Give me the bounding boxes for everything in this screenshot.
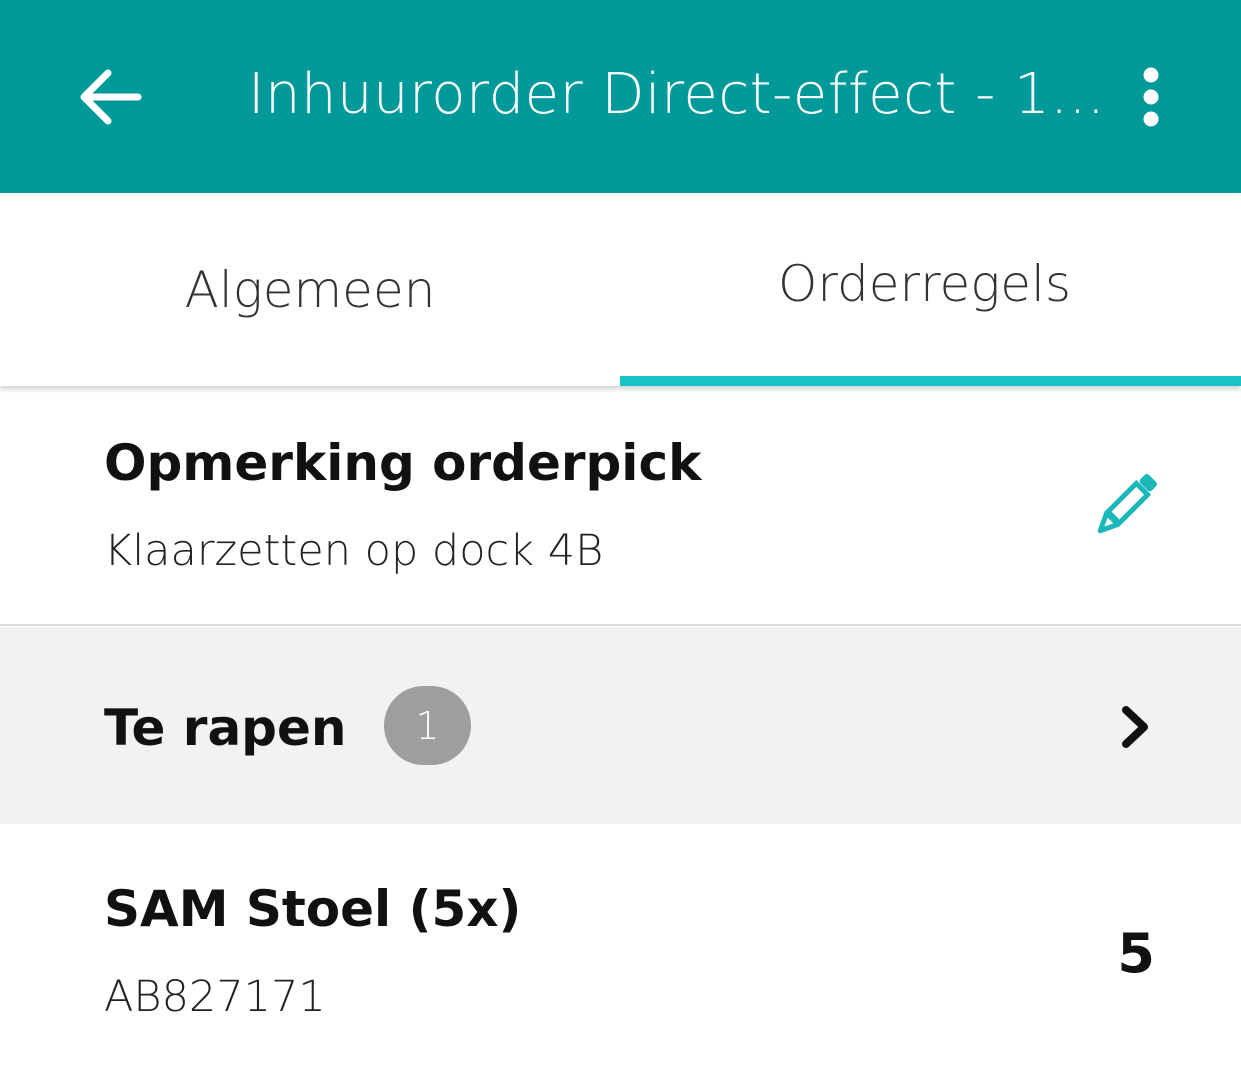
tab-label: Orderregels <box>777 254 1072 313</box>
tab-selected-indicator <box>620 376 1241 386</box>
item-quantity: 5 <box>1117 922 1155 985</box>
page-title: Inhuurorder Direct-effect - 1... <box>248 62 1106 127</box>
tab-algemeen[interactable]: Algemeen <box>0 193 620 386</box>
chevron-right-icon <box>1110 697 1160 757</box>
tab-orderregels[interactable]: Orderregels <box>620 193 1241 386</box>
more-vertical-icon <box>1143 67 1159 127</box>
item-name: SAM Stoel (5x) <box>104 880 522 938</box>
back-button[interactable] <box>70 57 150 137</box>
arrow-left-icon <box>80 69 142 125</box>
more-options-button[interactable] <box>1120 57 1182 137</box>
app-bar: Inhuurorder Direct-effect - 1... <box>0 0 1241 193</box>
remark-text: Klaarzetten op dock 4B <box>104 526 604 576</box>
section-title: Te rapen <box>104 699 347 757</box>
count-badge: 1 <box>384 686 471 765</box>
pencil-icon <box>1097 474 1157 534</box>
tab-label: Algemeen <box>184 260 436 319</box>
list-item[interactable]: SAM Stoel (5x) AB827171 5 <box>0 824 1241 1080</box>
edit-remark-button[interactable] <box>1085 466 1165 546</box>
remark-title: Opmerking orderpick <box>104 434 702 492</box>
orderpick-remark: Opmerking orderpick Klaarzetten op dock … <box>0 386 1241 626</box>
section-te-rapen[interactable]: Te rapen 1 <box>0 627 1241 824</box>
item-code: AB827171 <box>104 972 326 1022</box>
tab-bar: Algemeen Orderregels <box>0 193 1241 386</box>
